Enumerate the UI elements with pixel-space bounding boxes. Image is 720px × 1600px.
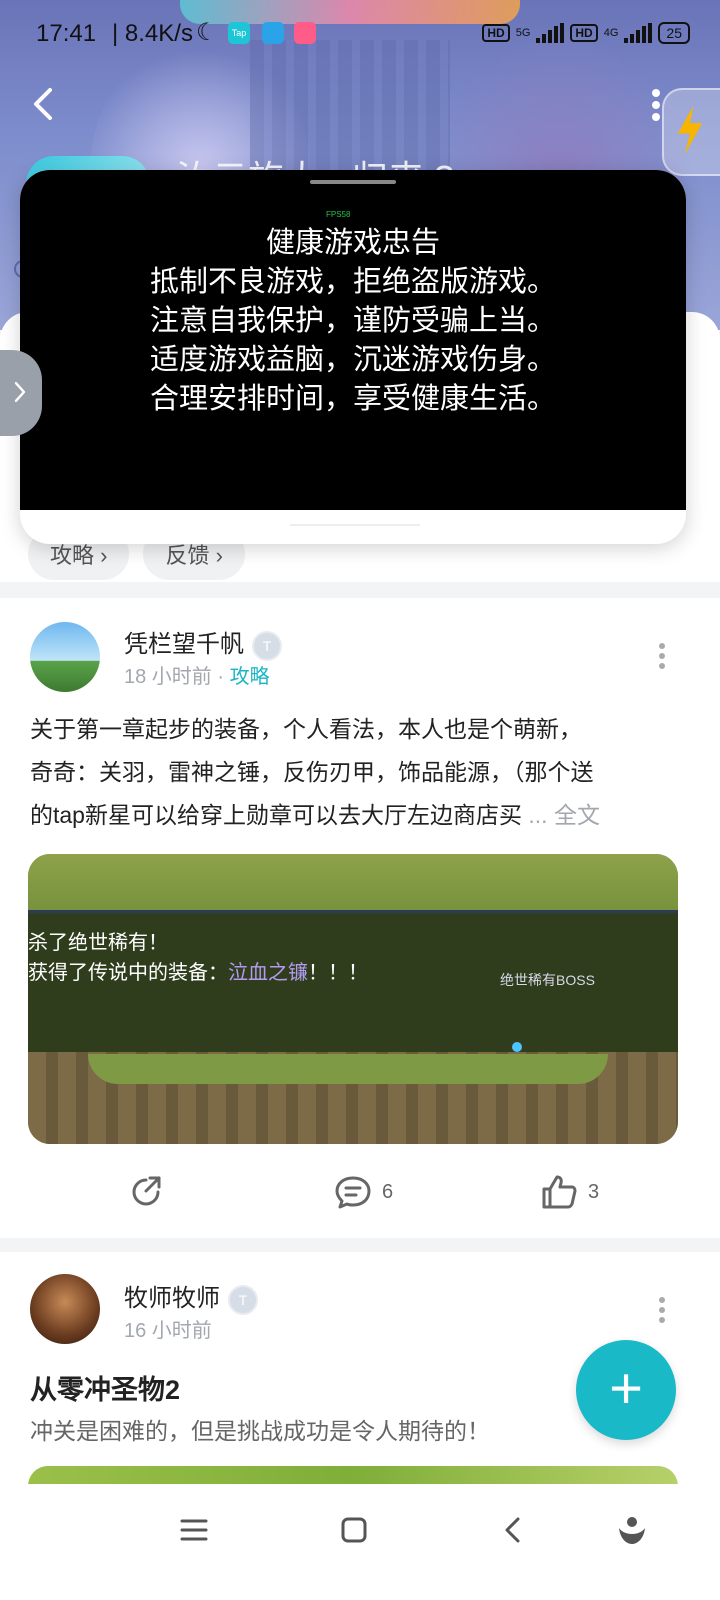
telegram-notification-icon <box>262 22 284 44</box>
thumbs-up-icon <box>542 1175 577 1209</box>
chevron-right-icon <box>14 382 26 402</box>
feed-post[interactable]: 凭栏望千帆 T 18 小时前 · 攻略 关于第一章起步的装备，个人看法，本人也是个… <box>0 598 720 1238</box>
game-boss-label: 绝世稀有BOSS <box>500 972 595 988</box>
author-name[interactable]: 牧师牧师 <box>124 1285 220 1312</box>
quick-launch-tab[interactable] <box>662 88 720 176</box>
post-body-line: 关于第一章起步的装备，个人看法，本人也是个萌新， <box>30 716 582 742</box>
health-notice: 健康游戏忠告 抵制不良游戏，拒绝盗版游戏。 注意自我保护，谨防受骗上当。 适度游… <box>20 224 686 419</box>
avatar[interactable] <box>30 1274 100 1344</box>
post-more-icon[interactable] <box>658 642 666 670</box>
like-button[interactable]: 3 <box>540 1174 599 1210</box>
status-indicators: HD 5G HD 4G 25 <box>482 22 690 44</box>
game-scene-orb <box>512 1042 522 1052</box>
game-message-prefix: 获得了传说中的装备： <box>28 962 228 984</box>
avatar[interactable] <box>30 622 100 692</box>
post-author[interactable]: 牧师牧师 T <box>124 1278 258 1315</box>
taptap-notification-icon: Tap <box>228 22 250 44</box>
game-scene-top <box>28 854 678 914</box>
home-icon[interactable] <box>334 1510 374 1550</box>
post-meta: 18 小时前 · 攻略 <box>124 660 270 689</box>
signal-strength-icon <box>536 23 565 43</box>
full-text-link[interactable]: 全文 <box>554 802 600 828</box>
post-subtitle[interactable]: 冲关是困难的，但是挑战成功是令人期待的！ <box>30 1412 490 1446</box>
floating-game-window[interactable]: FPS58 健康游戏忠告 抵制不良游戏，拒绝盗版游戏。 注意自我保护，谨防受骗上… <box>20 170 686 544</box>
game-item-name: 泣血之镰 <box>228 962 308 984</box>
game-scene-grass <box>88 1054 608 1084</box>
app-notification-icon <box>294 22 316 44</box>
comment-icon <box>335 1176 371 1209</box>
window-drag-handle[interactable] <box>310 180 396 184</box>
post-image[interactable]: 杀了绝世稀有！ 获得了传说中的装备：泣血之镰！！！ 绝世稀有BOSS <box>28 854 678 1144</box>
health-notice-line: 适度游戏益脑，沉迷游戏伤身。 <box>149 344 556 376</box>
network-type-label: 5G <box>515 27 531 39</box>
like-count: 3 <box>588 1180 600 1203</box>
create-post-button[interactable]: + <box>576 1340 676 1440</box>
game-message-line: 杀了绝世稀有！ <box>28 932 168 954</box>
signal-strength-icon-2 <box>624 23 653 43</box>
post-body[interactable]: 关于第一章起步的装备，个人看法，本人也是个萌新， 奇奇：关羽，雷神之锤，反伤刃甲… <box>30 708 680 837</box>
fps-counter: FPS58 <box>326 210 351 219</box>
network-type-label-2: 4G <box>603 27 619 39</box>
hd-voice-icon-2: HD <box>570 24 598 42</box>
post-body-line-last: 的tap新星可以给穿上勋章可以去大厅左边商店买 ... 全文 <box>30 794 680 837</box>
menu-icon[interactable] <box>174 1510 214 1550</box>
user-level-badge-icon: T <box>252 630 282 661</box>
post-meta: 16 小时前 <box>124 1314 212 1343</box>
system-navigation-bar <box>0 1484 720 1600</box>
user-level-badge-icon: T <box>228 1284 258 1315</box>
window-bottom-divider <box>290 524 420 526</box>
health-notice-line: 注意自我保护，谨防受骗上当。 <box>149 305 556 337</box>
comment-button[interactable]: 6 <box>334 1174 393 1210</box>
hd-voice-icon: HD <box>482 24 510 42</box>
post-time: 16 小时前 <box>124 1320 212 1342</box>
health-notice-title: 健康游戏忠告 <box>265 227 440 259</box>
back-icon[interactable] <box>494 1510 534 1550</box>
do-not-disturb-icon: ☾ <box>196 19 218 46</box>
post-more-icon[interactable] <box>658 1296 666 1324</box>
post-title[interactable]: 从零冲圣物2 <box>30 1368 180 1407</box>
post-body-line-text: 的tap新星可以给穿上勋章可以去大厅左边商店买 <box>30 802 522 828</box>
post-author[interactable]: 凭栏望千帆 T <box>124 624 282 661</box>
game-screen[interactable]: FPS58 健康游戏忠告 抵制不良游戏，拒绝盗版游戏。 注意自我保护，谨防受骗上… <box>20 170 686 510</box>
health-notice-line: 合理安排时间，享受健康生活。 <box>149 383 556 415</box>
back-arrow-icon[interactable] <box>28 84 58 124</box>
floating-window-side-handle[interactable] <box>0 350 42 436</box>
post-body-line: 奇奇：关羽，雷神之锤，反伤刃甲，饰品能源，（那个送 <box>30 759 594 785</box>
author-name[interactable]: 凭栏望千帆 <box>124 631 244 658</box>
plus-icon: + <box>609 1356 643 1421</box>
share-button[interactable] <box>128 1174 164 1210</box>
game-message-line-2: 获得了传说中的装备：泣血之镰！！！ <box>28 956 368 985</box>
battery-icon: 25 <box>658 22 690 44</box>
meta-separator: · <box>217 666 225 688</box>
comment-count: 6 <box>382 1180 394 1203</box>
post-actions: 6 3 <box>0 1168 720 1218</box>
post-image[interactable] <box>28 1466 678 1486</box>
post-time: 18 小时前 <box>124 666 212 688</box>
game-message-suffix: ！！！ <box>308 962 368 984</box>
lightning-icon <box>677 105 703 155</box>
status-network-speed: | 8.4K/s <box>112 20 193 47</box>
assistant-icon[interactable] <box>612 1510 652 1550</box>
post-category-link[interactable]: 攻略 <box>230 666 270 688</box>
status-time: 17:41 <box>36 20 97 47</box>
ellipsis: ... <box>521 802 554 828</box>
status-bar: 17:41 | 8.4K/s ☾ Tap HD 5G HD 4G 25 <box>0 0 720 68</box>
health-notice-line: 抵制不良游戏，拒绝盗版游戏。 <box>149 266 556 298</box>
share-icon <box>132 1176 161 1206</box>
